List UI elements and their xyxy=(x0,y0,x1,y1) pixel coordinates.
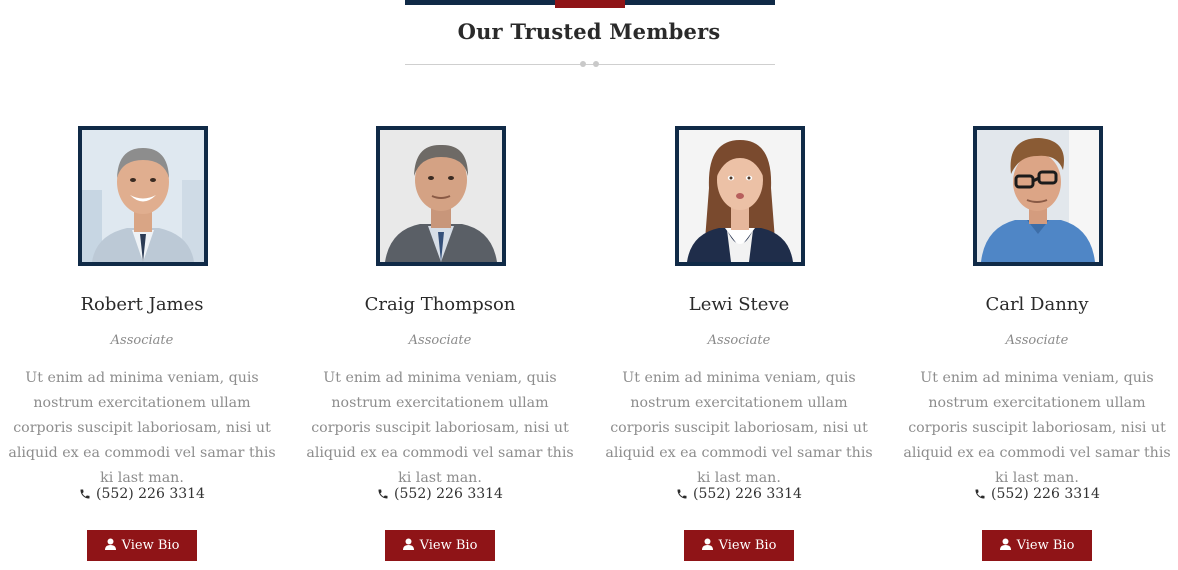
member-card: Carl Danny Associate Ut enim ad minima v… xyxy=(895,126,1178,566)
phone-number: (552) 226 3314 xyxy=(693,486,802,502)
member-phone: (552) 226 3314 xyxy=(597,486,881,504)
view-bio-label: View Bio xyxy=(121,538,180,553)
member-phone: (552) 226 3314 xyxy=(895,486,1178,504)
member-photo xyxy=(675,126,805,266)
phone-icon xyxy=(79,488,91,504)
view-bio-button[interactable]: View Bio xyxy=(684,530,794,561)
member-photo-craig xyxy=(380,130,502,262)
view-bio-label: View Bio xyxy=(419,538,478,553)
member-role: Associate xyxy=(707,333,771,348)
view-bio-button[interactable]: View Bio xyxy=(982,530,1092,561)
user-icon xyxy=(701,538,713,554)
member-name: Craig Thompson xyxy=(364,294,516,315)
member-photo xyxy=(376,126,506,266)
member-bio: Ut enim ad minima veniam, quis nostrum e… xyxy=(605,370,873,486)
title-divider xyxy=(405,64,775,65)
header-accent-bar xyxy=(555,0,625,8)
member-phone: (552) 226 3314 xyxy=(0,486,284,504)
member-card: Lewi Steve Associate Ut enim ad minima v… xyxy=(597,126,881,566)
member-name: Lewi Steve xyxy=(688,294,790,315)
phone-number: (552) 226 3314 xyxy=(991,486,1100,502)
member-role: Associate xyxy=(110,333,174,348)
phone-icon xyxy=(676,488,688,504)
member-role: Associate xyxy=(1005,333,1069,348)
view-bio-label: View Bio xyxy=(718,538,777,553)
view-bio-label: View Bio xyxy=(1016,538,1075,553)
member-name: Robert James xyxy=(80,294,204,315)
member-bio: Ut enim ad minima veniam, quis nostrum e… xyxy=(8,370,276,486)
member-photo-lewi xyxy=(679,130,801,262)
user-icon xyxy=(104,538,116,554)
member-phone: (552) 226 3314 xyxy=(298,486,582,504)
phone-icon xyxy=(377,488,389,504)
phone-number: (552) 226 3314 xyxy=(394,486,503,502)
member-bio: Ut enim ad minima veniam, quis nostrum e… xyxy=(903,370,1171,486)
member-photo xyxy=(973,126,1103,266)
member-bio: Ut enim ad minima veniam, quis nostrum e… xyxy=(306,370,574,486)
divider-dot xyxy=(580,61,586,67)
member-card: Robert James Associate Ut enim ad minima… xyxy=(0,126,284,566)
member-card: Craig Thompson Associate Ut enim ad mini… xyxy=(298,126,582,566)
user-icon xyxy=(402,538,414,554)
phone-icon xyxy=(974,488,986,504)
member-role: Associate xyxy=(408,333,472,348)
user-icon xyxy=(999,538,1011,554)
member-photo-robert xyxy=(82,130,204,262)
divider-dot xyxy=(593,61,599,67)
section-header: Our Trusted Members xyxy=(0,0,1178,80)
phone-number: (552) 226 3314 xyxy=(96,486,205,502)
section-title: Our Trusted Members xyxy=(457,19,721,44)
member-photo-carl xyxy=(977,130,1099,262)
view-bio-button[interactable]: View Bio xyxy=(87,530,197,561)
member-photo xyxy=(78,126,208,266)
view-bio-button[interactable]: View Bio xyxy=(385,530,495,561)
members-grid: Robert James Associate Ut enim ad minima… xyxy=(0,126,1178,566)
member-name: Carl Danny xyxy=(985,294,1089,315)
